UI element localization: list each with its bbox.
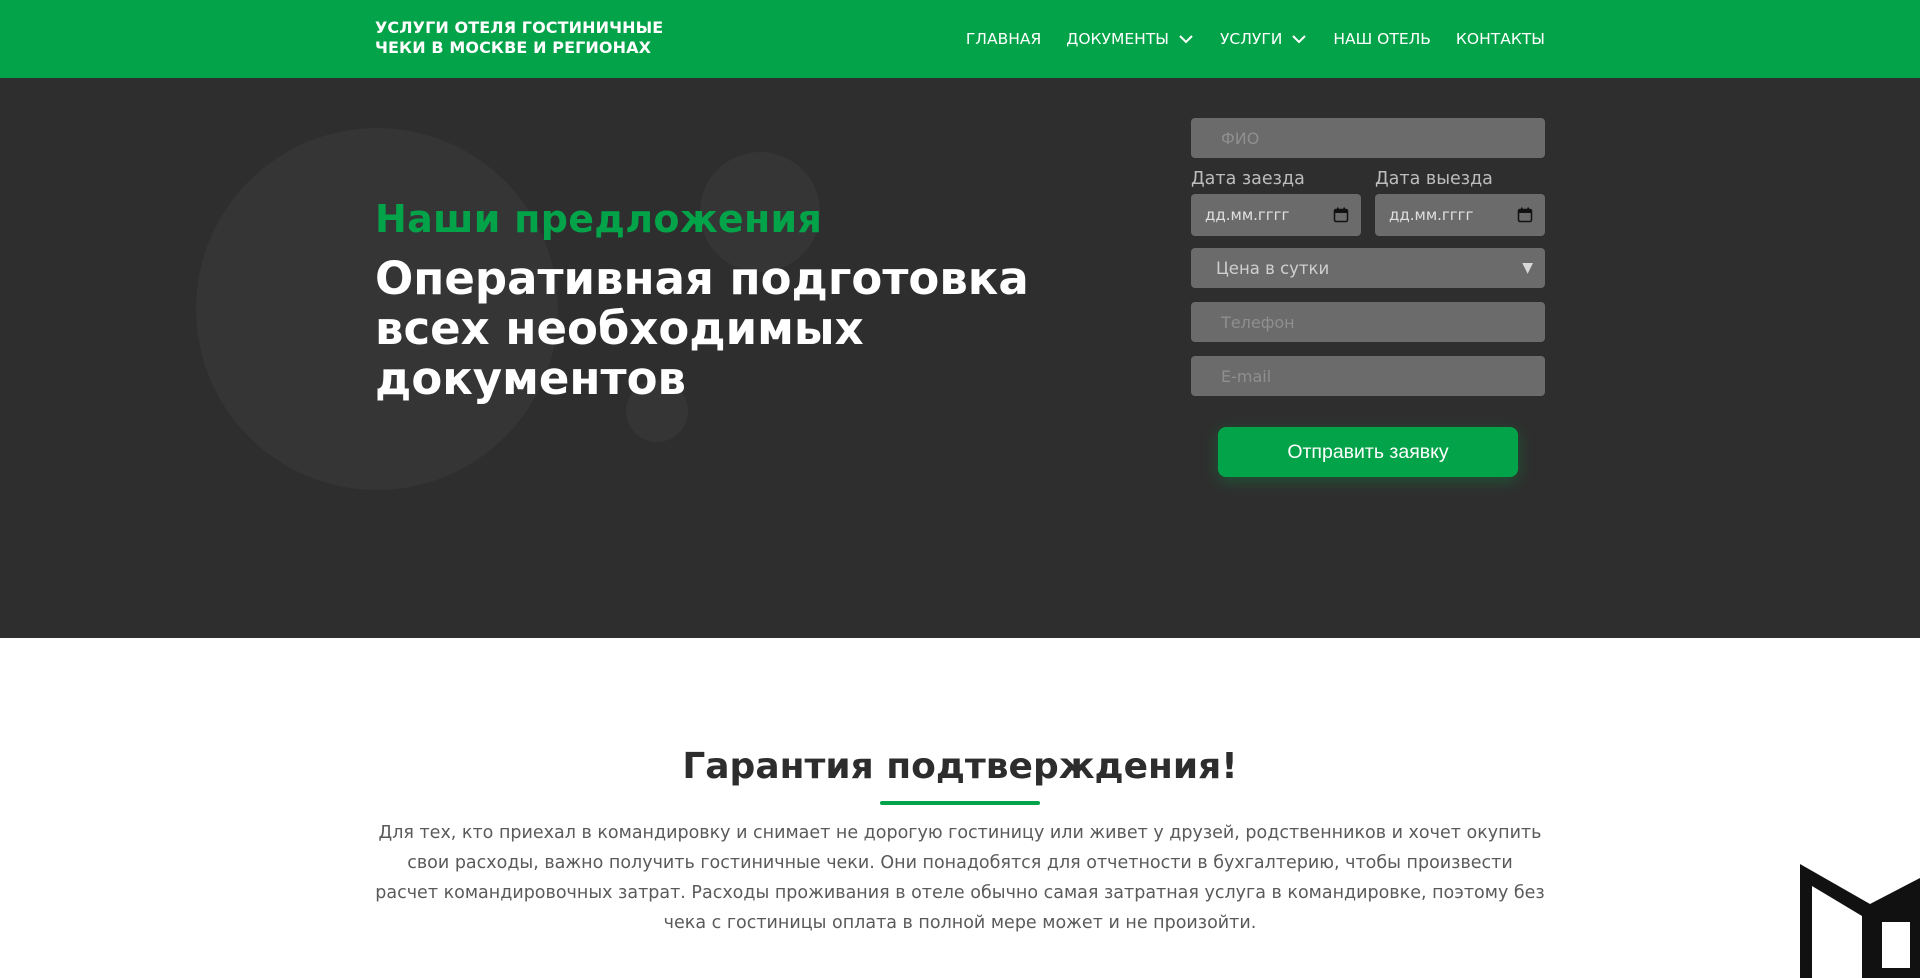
chevron-down-icon[interactable] <box>1290 30 1308 48</box>
hero-title-line-2: всех необходимых <box>375 302 864 355</box>
price-select-value: Цена в сутки <box>1216 258 1330 278</box>
price-select[interactable]: Цена в сутки ▼ <box>1191 248 1545 288</box>
checkin-date-placeholder: дд.мм.гггг <box>1205 206 1290 224</box>
nav-item-services-label: УСЛУГИ <box>1219 30 1283 48</box>
calendar-icon[interactable] <box>1517 207 1533 223</box>
calendar-icon[interactable] <box>1333 207 1349 223</box>
logo-line-2: ЧЕКИ В МОСКВЕ И РЕГИОНАХ <box>375 38 652 57</box>
phone-field-placeholder: Телефон <box>1221 312 1295 332</box>
nav-item-contacts-label: КОНТАКТЫ <box>1455 30 1545 48</box>
phone-field[interactable]: Телефон <box>1191 302 1545 342</box>
title-underline <box>880 801 1040 805</box>
logo-line-1: УСЛУГИ ОТЕЛЯ ГОСТИНИЧНЫЕ <box>375 18 664 37</box>
name-field[interactable]: ФИО <box>1191 118 1545 158</box>
nav-item-contacts[interactable]: КОНТАКТЫ <box>1456 30 1545 48</box>
checkin-date-input[interactable]: дд.мм.гггг <box>1191 194 1361 236</box>
guarantee-title: Гарантия подтверждения! <box>682 746 1238 787</box>
nav-item-services[interactable]: УСЛУГИ <box>1220 30 1308 48</box>
checkout-date-input[interactable]: дд.мм.гггг <box>1375 194 1545 236</box>
nav-item-home[interactable]: ГЛАВНАЯ <box>966 30 1041 48</box>
chevron-down-icon[interactable] <box>1177 30 1195 48</box>
email-field-placeholder: E-mail <box>1221 366 1272 386</box>
nav-item-hotel-label: НАШ ОТЕЛЬ <box>1333 30 1431 48</box>
guarantee-text: Для тех, кто приехал в командировку и сн… <box>375 823 1545 933</box>
main-nav: ГЛАВНАЯ ДОКУМЕНТЫ УСЛУГИ НАШ ОТЕЛЬ КОНТА… <box>941 0 1545 78</box>
checkout-date-placeholder: дд.мм.гггг <box>1389 206 1474 224</box>
hero-title: Оперативная подготовка всех необходимых … <box>375 254 1075 404</box>
nav-item-hotel[interactable]: НАШ ОТЕЛЬ <box>1333 30 1431 48</box>
name-field-placeholder: ФИО <box>1221 128 1260 148</box>
hero-title-line-3: документов <box>375 352 687 405</box>
triangle-down-icon: ▼ <box>1522 260 1533 276</box>
email-field[interactable]: E-mail <box>1191 356 1545 396</box>
checkin-group: Дата заезда дд.мм.гггг <box>1191 168 1361 236</box>
nav-item-home-label: ГЛАВНАЯ <box>965 30 1042 48</box>
checkout-group: Дата выезда дд.мм.гггг <box>1375 168 1545 236</box>
nav-item-documents[interactable]: ДОКУМЕНТЫ <box>1066 30 1195 48</box>
booking-form: ФИО Дата заезда дд.мм.гггг Дата выезда д… <box>1191 118 1545 477</box>
hero-title-line-1: Оперативная подготовка <box>375 252 1029 305</box>
hero-eyebrow: Наши предложения <box>375 197 823 241</box>
checkin-label: Дата заезда <box>1191 169 1305 189</box>
dates-row: Дата заезда дд.мм.гггг Дата выезда дд.мм… <box>1191 168 1545 236</box>
submit-button[interactable]: Отправить заявку <box>1218 427 1518 477</box>
nav-item-documents-label: ДОКУМЕНТЫ <box>1066 30 1169 48</box>
brand-logo-icon[interactable] <box>1796 858 1920 978</box>
checkout-label: Дата выезда <box>1375 169 1493 189</box>
site-header: УСЛУГИ ОТЕЛЯ ГОСТИНИЧНЫЕ ЧЕКИ В МОСКВЕ И… <box>0 0 1920 78</box>
site-logo[interactable]: УСЛУГИ ОТЕЛЯ ГОСТИНИЧНЫЕ ЧЕКИ В МОСКВЕ И… <box>375 18 675 58</box>
